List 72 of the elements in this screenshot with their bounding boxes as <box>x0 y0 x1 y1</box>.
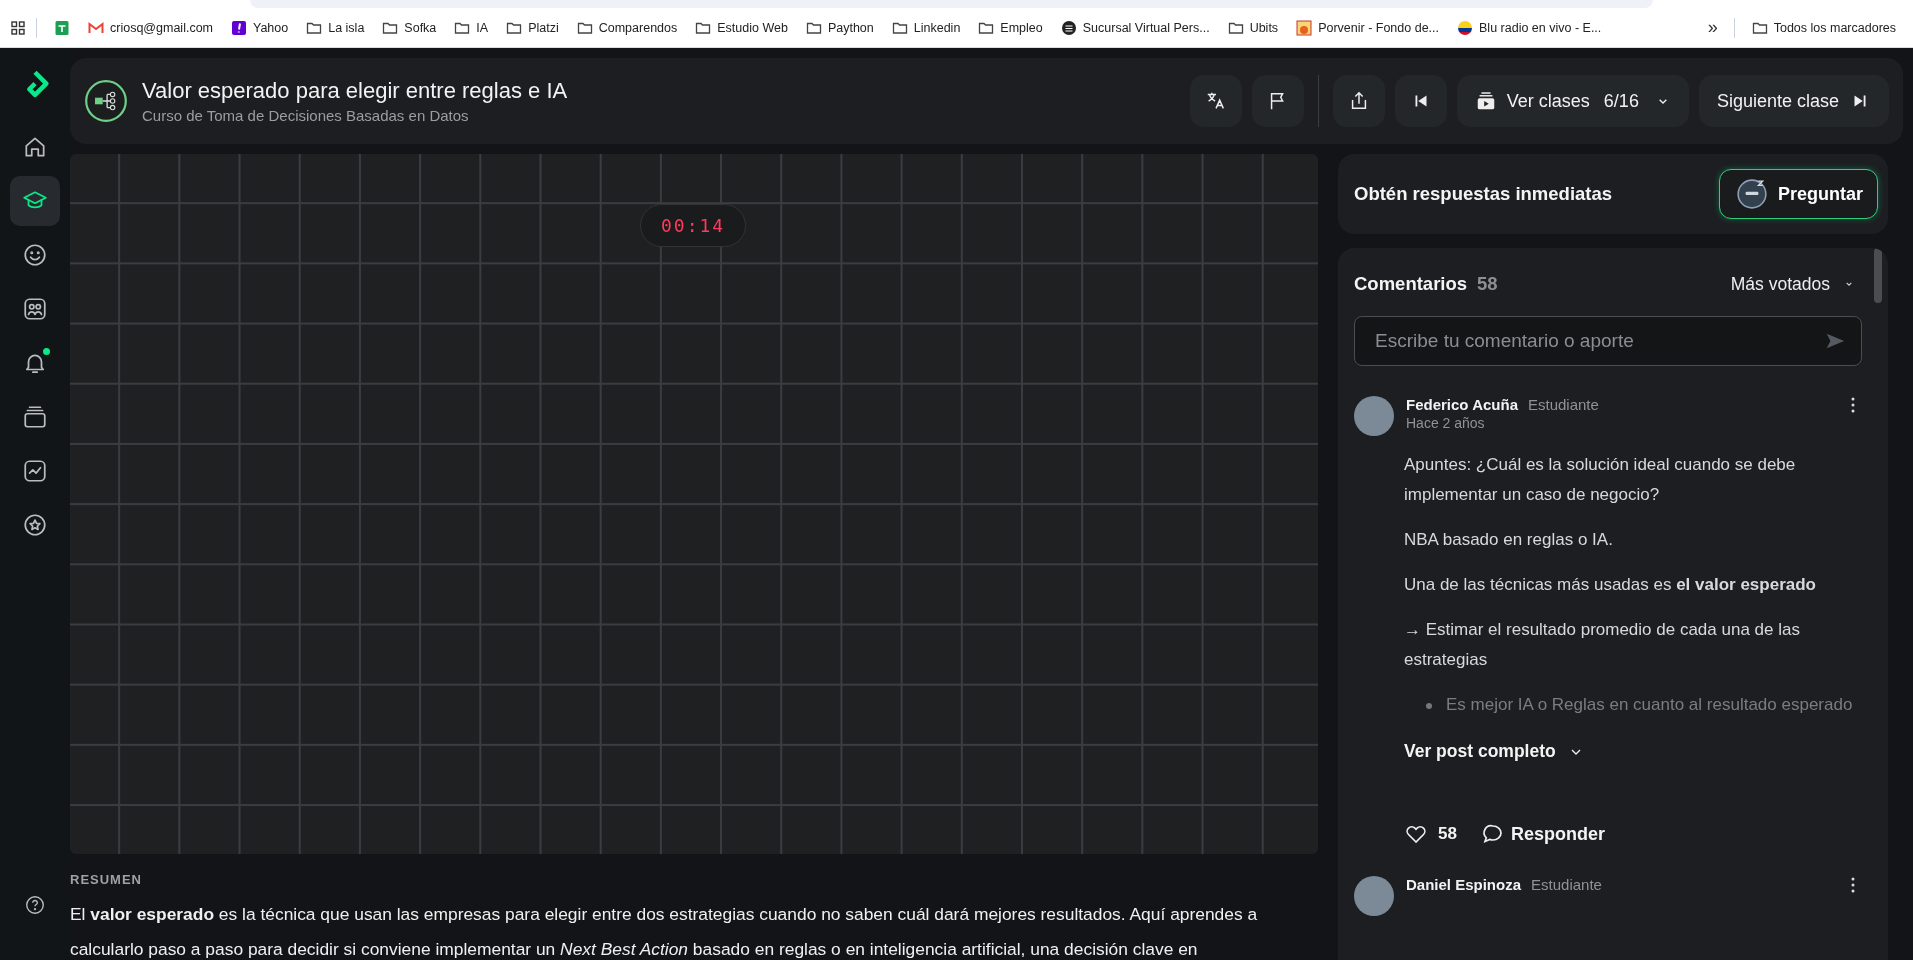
previous-class-button[interactable] <box>1394 75 1447 127</box>
bookmark[interactable]: IA <box>447 16 496 39</box>
chart-icon <box>22 458 48 484</box>
bookmark[interactable]: criosq@gmail.com <box>81 16 220 39</box>
bookmark[interactable]: Porvenir - Fondo de... <box>1289 16 1447 39</box>
more-options-icon[interactable] <box>1850 396 1856 414</box>
avatar <box>1354 876 1394 916</box>
notification-dot <box>43 348 50 355</box>
all-bookmarks-link[interactable]: Todos los marcadores <box>1744 16 1903 39</box>
comment-time: Hace 2 años <box>1406 415 1486 431</box>
bookmark[interactable]: Linkedin <box>884 16 968 39</box>
sidebar-courses-button[interactable] <box>10 176 60 226</box>
comment-paragraph: NBA basado en reglas o IA. <box>1404 529 1614 551</box>
timer: 00:14 <box>640 204 747 247</box>
apps-grid-icon[interactable] <box>10 19 26 36</box>
help-icon[interactable] <box>24 894 46 916</box>
striped-circle-icon <box>1060 19 1077 36</box>
classes-dropdown[interactable]: Ver clases 6/16 <box>1456 75 1689 127</box>
share-button[interactable] <box>1332 75 1385 127</box>
bookmark[interactable]: Estudio Web <box>688 16 795 39</box>
comment-author: Daniel Espinoza <box>1406 876 1522 893</box>
bookmark[interactable]: Empleo <box>971 16 1050 39</box>
like-count: 58 <box>1438 824 1457 844</box>
course-badge-icon <box>84 79 128 123</box>
course-name: Curso de Toma de Decisiones Basadas en Datos <box>142 107 470 124</box>
summary-text: El valor esperado es la técnica que usan las empresas para elegir entre dos estrategias cuando no saben cuál dará mejores resultados. Aquí aprendes a calcularlo paso a paso para decidir si conviene implementar un Next Best Action basado en reglas o en inteligencia artificial, una decisión clave en <box>70 903 1259 960</box>
flag-circle-icon <box>1457 19 1474 36</box>
bookmark[interactable]: Sofka <box>375 16 444 39</box>
reply-button[interactable]: Responder <box>1480 822 1605 846</box>
comments-count: 58 <box>1477 273 1498 295</box>
robot-icon <box>1735 178 1768 210</box>
comment-list-item: Es mejor IA o Reglas en cuanto al resultado esperado <box>1446 694 1853 716</box>
people-icon <box>22 296 48 322</box>
next-class-button[interactable]: Siguiente clase <box>1698 75 1889 127</box>
bookmark[interactable]: Ubits <box>1220 16 1286 39</box>
sort-dropdown[interactable]: Más votados <box>1724 273 1862 295</box>
comment-author: Federico Acuña <box>1406 396 1518 413</box>
comments-title: Comentarios <box>1354 273 1468 295</box>
bookmark[interactable]: Yahoo <box>224 16 296 39</box>
bookmark[interactable]: Comparendos <box>569 16 685 39</box>
video-player[interactable]: 00:14 <box>70 154 1318 854</box>
more-bookmarks-button[interactable]: » <box>1701 17 1724 38</box>
spreadsheet-icon <box>54 19 70 36</box>
ask-title: Obtén respuestas inmediatas <box>1354 183 1613 205</box>
more-options-icon[interactable] <box>1850 876 1856 894</box>
summary-heading: RESUMEN <box>70 872 143 887</box>
bullet-icon <box>1426 703 1432 709</box>
scrollbar[interactable] <box>1874 248 1882 303</box>
exclamation-icon <box>231 19 247 36</box>
speech-bubble-icon <box>1480 822 1505 846</box>
author-role: Estudiante <box>1528 396 1599 413</box>
expand-post-button[interactable]: Ver post completo <box>1404 741 1584 762</box>
sunrise-icon <box>1296 19 1313 36</box>
translate-button[interactable] <box>1189 75 1242 127</box>
bookmark[interactable]: Blu radio en vivo - E... <box>1450 16 1609 39</box>
flag-button[interactable] <box>1251 75 1304 127</box>
author-role: Estudiante <box>1531 876 1602 893</box>
comment-paragraph: Una de las técnicas más usadas es el valor esperado <box>1404 574 1817 596</box>
bookmark[interactable]: Sucursal Virtual Pers... <box>1053 16 1217 39</box>
bookmark[interactable]: Platzi <box>499 16 566 39</box>
mail-icon <box>88 19 104 36</box>
smiley-icon <box>22 242 48 268</box>
bookmark[interactable]: La isla <box>299 16 372 39</box>
star-badge-icon <box>22 512 48 538</box>
bookmark[interactable]: Paython <box>798 16 881 39</box>
ask-button[interactable]: Preguntar <box>1718 169 1878 219</box>
comment-input[interactable]: Escribe tu comentario o aporte <box>1354 316 1862 366</box>
class-title: Valor esperado para elegir entre reglas e IA <box>142 78 568 104</box>
comment-paragraph: → Estimar el resultado promedio de cada una de las estrategias <box>1404 619 1801 671</box>
avatar <box>1354 396 1394 436</box>
comment-paragraph: Apuntes: ¿Cuál es la solución ideal cuando se debe implementar un caso de negocio? <box>1404 454 1797 506</box>
stack-icon <box>22 404 48 430</box>
